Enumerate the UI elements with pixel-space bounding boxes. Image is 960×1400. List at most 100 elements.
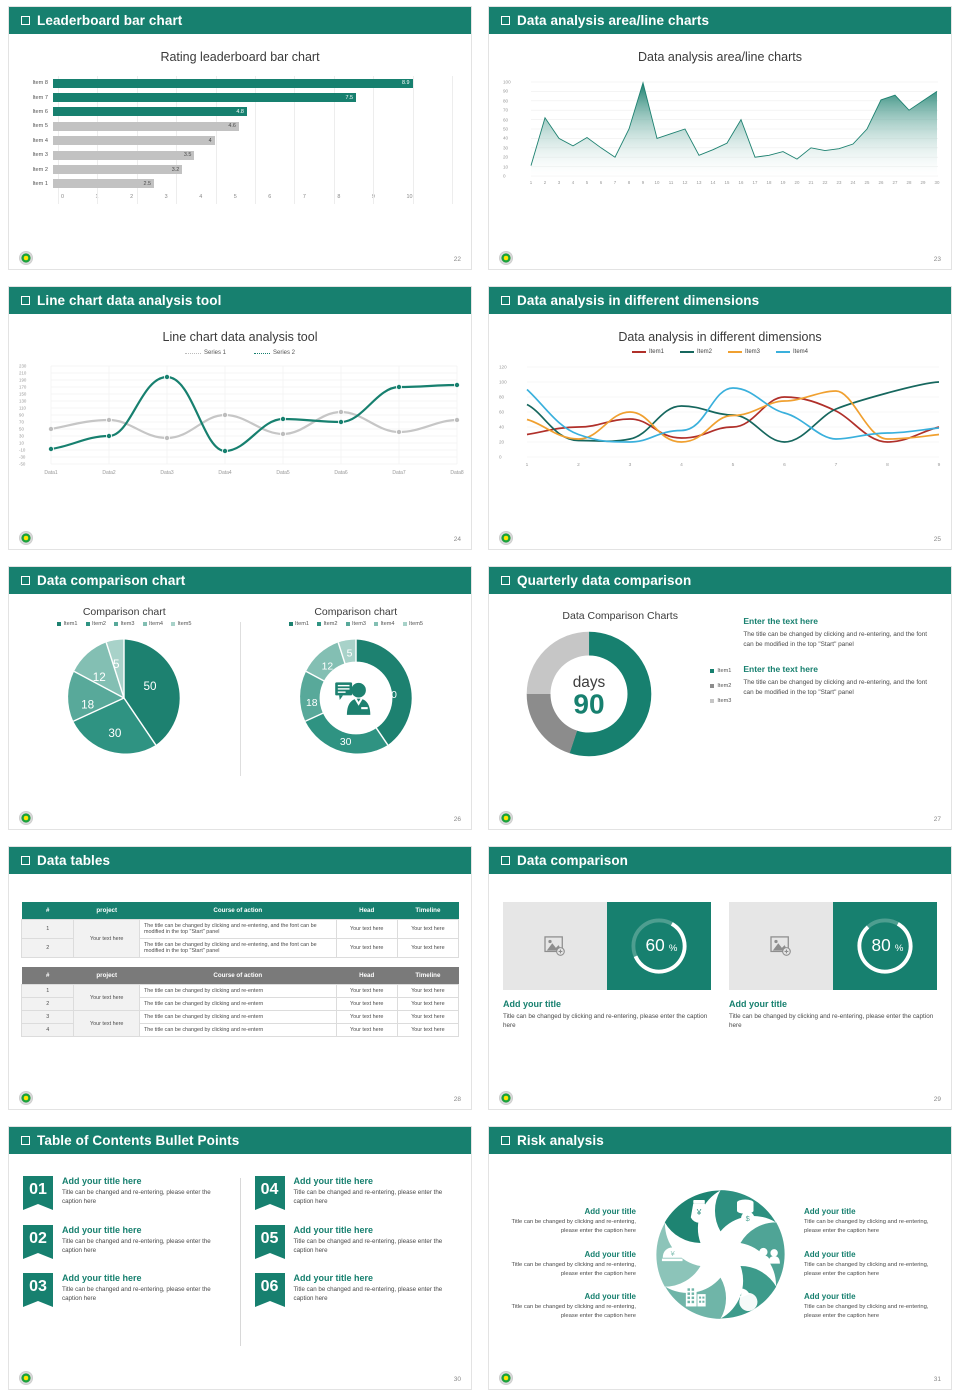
- legend-item-item1[interactable]: Item1: [631, 349, 664, 355]
- page-number: 26: [453, 816, 461, 823]
- toc-title: Add your title here: [293, 1176, 374, 1186]
- legend-item-item2[interactable]: Item2: [679, 349, 712, 355]
- chart-title: Comparison chart: [82, 606, 166, 618]
- risk-item[interactable]: Add your title Title can be changed by c…: [499, 1292, 637, 1320]
- slide-header-title: Data analysis area/line charts: [517, 13, 710, 28]
- table-row: 3 Your text here The title can be change…: [20, 1010, 460, 1037]
- bar-value: 2.5: [143, 180, 152, 187]
- toc-item[interactable]: 03 Add your title here Title can be chan…: [23, 1273, 226, 1308]
- percent-ring-svg: 60 %: [631, 918, 687, 974]
- slide-line-chart-tool: Line chart data analysis tool Line chart…: [0, 280, 480, 560]
- toc-item[interactable]: 01 Add your title here Title can be chan…: [23, 1176, 226, 1210]
- y-tick: 150: [19, 391, 27, 397]
- bar-value: 4.6: [228, 123, 236, 130]
- page-number: 29: [933, 1096, 941, 1103]
- toc-item[interactable]: 06 Add your title here Title can be chan…: [254, 1273, 458, 1308]
- legend-item[interactable]: Item2: [317, 621, 338, 627]
- legend-swatch-icon: [710, 669, 715, 673]
- table-header-cell: project: [73, 967, 140, 985]
- legend-item-item3[interactable]: Item3: [728, 349, 760, 355]
- risk-item[interactable]: Add your title Title can be changed by c…: [499, 1207, 637, 1235]
- risk-item[interactable]: Add your title Title can be changed by c…: [804, 1207, 941, 1235]
- legend-label: Item2: [717, 683, 732, 689]
- legend-item[interactable]: Item2: [710, 683, 731, 689]
- action-cell: The title can be changed by clicking and…: [138, 997, 337, 1011]
- line-y-axis: 230 210 190 170 150 130 110 90 70 50 30 10 -10 -30 -50: [19, 362, 49, 474]
- svg-text:$: $: [745, 1214, 749, 1223]
- legend-item-series1[interactable]: Series 1: [184, 350, 226, 356]
- y-tick: 80: [499, 394, 505, 400]
- x-tick: Data3: [160, 470, 174, 476]
- legend-item-series2[interactable]: Series 2: [254, 350, 295, 356]
- building-icon: [685, 1286, 706, 1307]
- legend-item[interactable]: Item1: [57, 621, 78, 627]
- x-tick: 10: [654, 180, 660, 185]
- legend-item[interactable]: Item4: [142, 621, 163, 627]
- legend-item-item4[interactable]: Item4: [776, 349, 808, 355]
- legend-swatch-icon: [710, 699, 715, 703]
- legend-item[interactable]: Item5: [171, 621, 192, 627]
- action-cell: The title can be changed by clicking and…: [138, 984, 337, 998]
- x-tick: 8: [627, 180, 631, 185]
- legend-label: Item2: [696, 349, 712, 355]
- x-tick: Data7: [392, 470, 406, 476]
- x-tick: 29: [920, 180, 926, 185]
- legend-item[interactable]: Item2: [85, 621, 106, 627]
- x-tick: 5: [731, 463, 735, 468]
- toc-item[interactable]: 04 Add your title here Title can be chan…: [254, 1176, 458, 1210]
- legend-label: Item1: [648, 349, 664, 355]
- legend-item[interactable]: Item4: [374, 621, 395, 627]
- x-tick: 11: [668, 180, 674, 185]
- risk-item[interactable]: Add your title Title can be changed by c…: [804, 1292, 941, 1320]
- legend-item[interactable]: Item3: [345, 621, 366, 627]
- chart-title: Comparison chart: [314, 606, 398, 618]
- image-placeholder[interactable]: [729, 902, 833, 990]
- data-table-2: # project Course of action Head Timeline…: [20, 967, 460, 1037]
- legend-item[interactable]: Item1: [288, 621, 309, 627]
- slide-header-title: Quarterly data comparison: [517, 573, 692, 588]
- percent-symbol: %: [669, 943, 678, 954]
- y-tick: 60: [499, 409, 505, 415]
- legend-label: Item1: [63, 621, 78, 627]
- x-tick: Data4: [218, 470, 232, 476]
- y-tick: 20: [503, 154, 509, 160]
- legend-swatch-icon: [85, 622, 90, 626]
- risk-text: Title can be changed by clicking and re-…: [803, 1261, 929, 1277]
- risk-item[interactable]: Add your title Title can be changed by c…: [499, 1249, 637, 1278]
- legend-item[interactable]: Item5: [402, 621, 423, 627]
- x-tick: 21: [808, 180, 814, 185]
- multi-line-chart: 120 100 80 60 40 20 0 1 2 3 4 5 6 7 8 9: [497, 359, 941, 487]
- risk-item[interactable]: Add your title Title can be changed by c…: [804, 1250, 941, 1278]
- x-tick: 2: [543, 180, 547, 185]
- y-tick: 10: [503, 164, 509, 170]
- x-tick: 6: [783, 463, 786, 468]
- risk-title: Add your title: [584, 1249, 637, 1259]
- page-number: 27: [933, 816, 941, 823]
- line-chart: 230 210 190 170 150 130 110 90 70 50 30 10 -10 -30 -50…: [17, 360, 464, 490]
- toc-item[interactable]: 02 Add your title here Title can be chan…: [23, 1224, 226, 1259]
- pie-slice-value: 18: [81, 698, 94, 711]
- slide-header-title: Table of Contents Bullet Points: [37, 1133, 240, 1148]
- donut-chart-panel: Comparison chart Item1 Item2 Item3 Item4 Ite…: [241, 594, 472, 802]
- image-placeholder[interactable]: [503, 902, 607, 990]
- bar-label: Item 1: [32, 180, 48, 187]
- risk-title: Add your title: [803, 1249, 856, 1259]
- legend-item[interactable]: Item1: [710, 668, 731, 674]
- risk-title: Add your title: [584, 1207, 637, 1217]
- timeline-cell: Your text here: [396, 938, 460, 958]
- x-tick: 30: [934, 180, 940, 185]
- legend-item[interactable]: Item3: [710, 698, 731, 704]
- bar-label: Item 4: [32, 137, 48, 144]
- legend-item[interactable]: Item3: [114, 621, 135, 627]
- bullet-square-icon: [21, 16, 30, 25]
- legend-swatch-icon: [728, 351, 742, 353]
- timeline-cell: Your text here: [396, 1010, 460, 1024]
- pie-legend: Item1 Item2 Item3 Item4 Item5: [9, 621, 240, 627]
- slide-header: Line chart data analysis tool: [9, 287, 471, 314]
- toc-item[interactable]: 05 Add your title here Title can be chan…: [254, 1224, 458, 1259]
- page-number: 28: [453, 1096, 461, 1103]
- legend-swatch-icon: [114, 622, 118, 626]
- page-number: 25: [933, 536, 941, 543]
- y-tick: 190: [19, 377, 27, 383]
- bullet-square-icon: [21, 1136, 30, 1145]
